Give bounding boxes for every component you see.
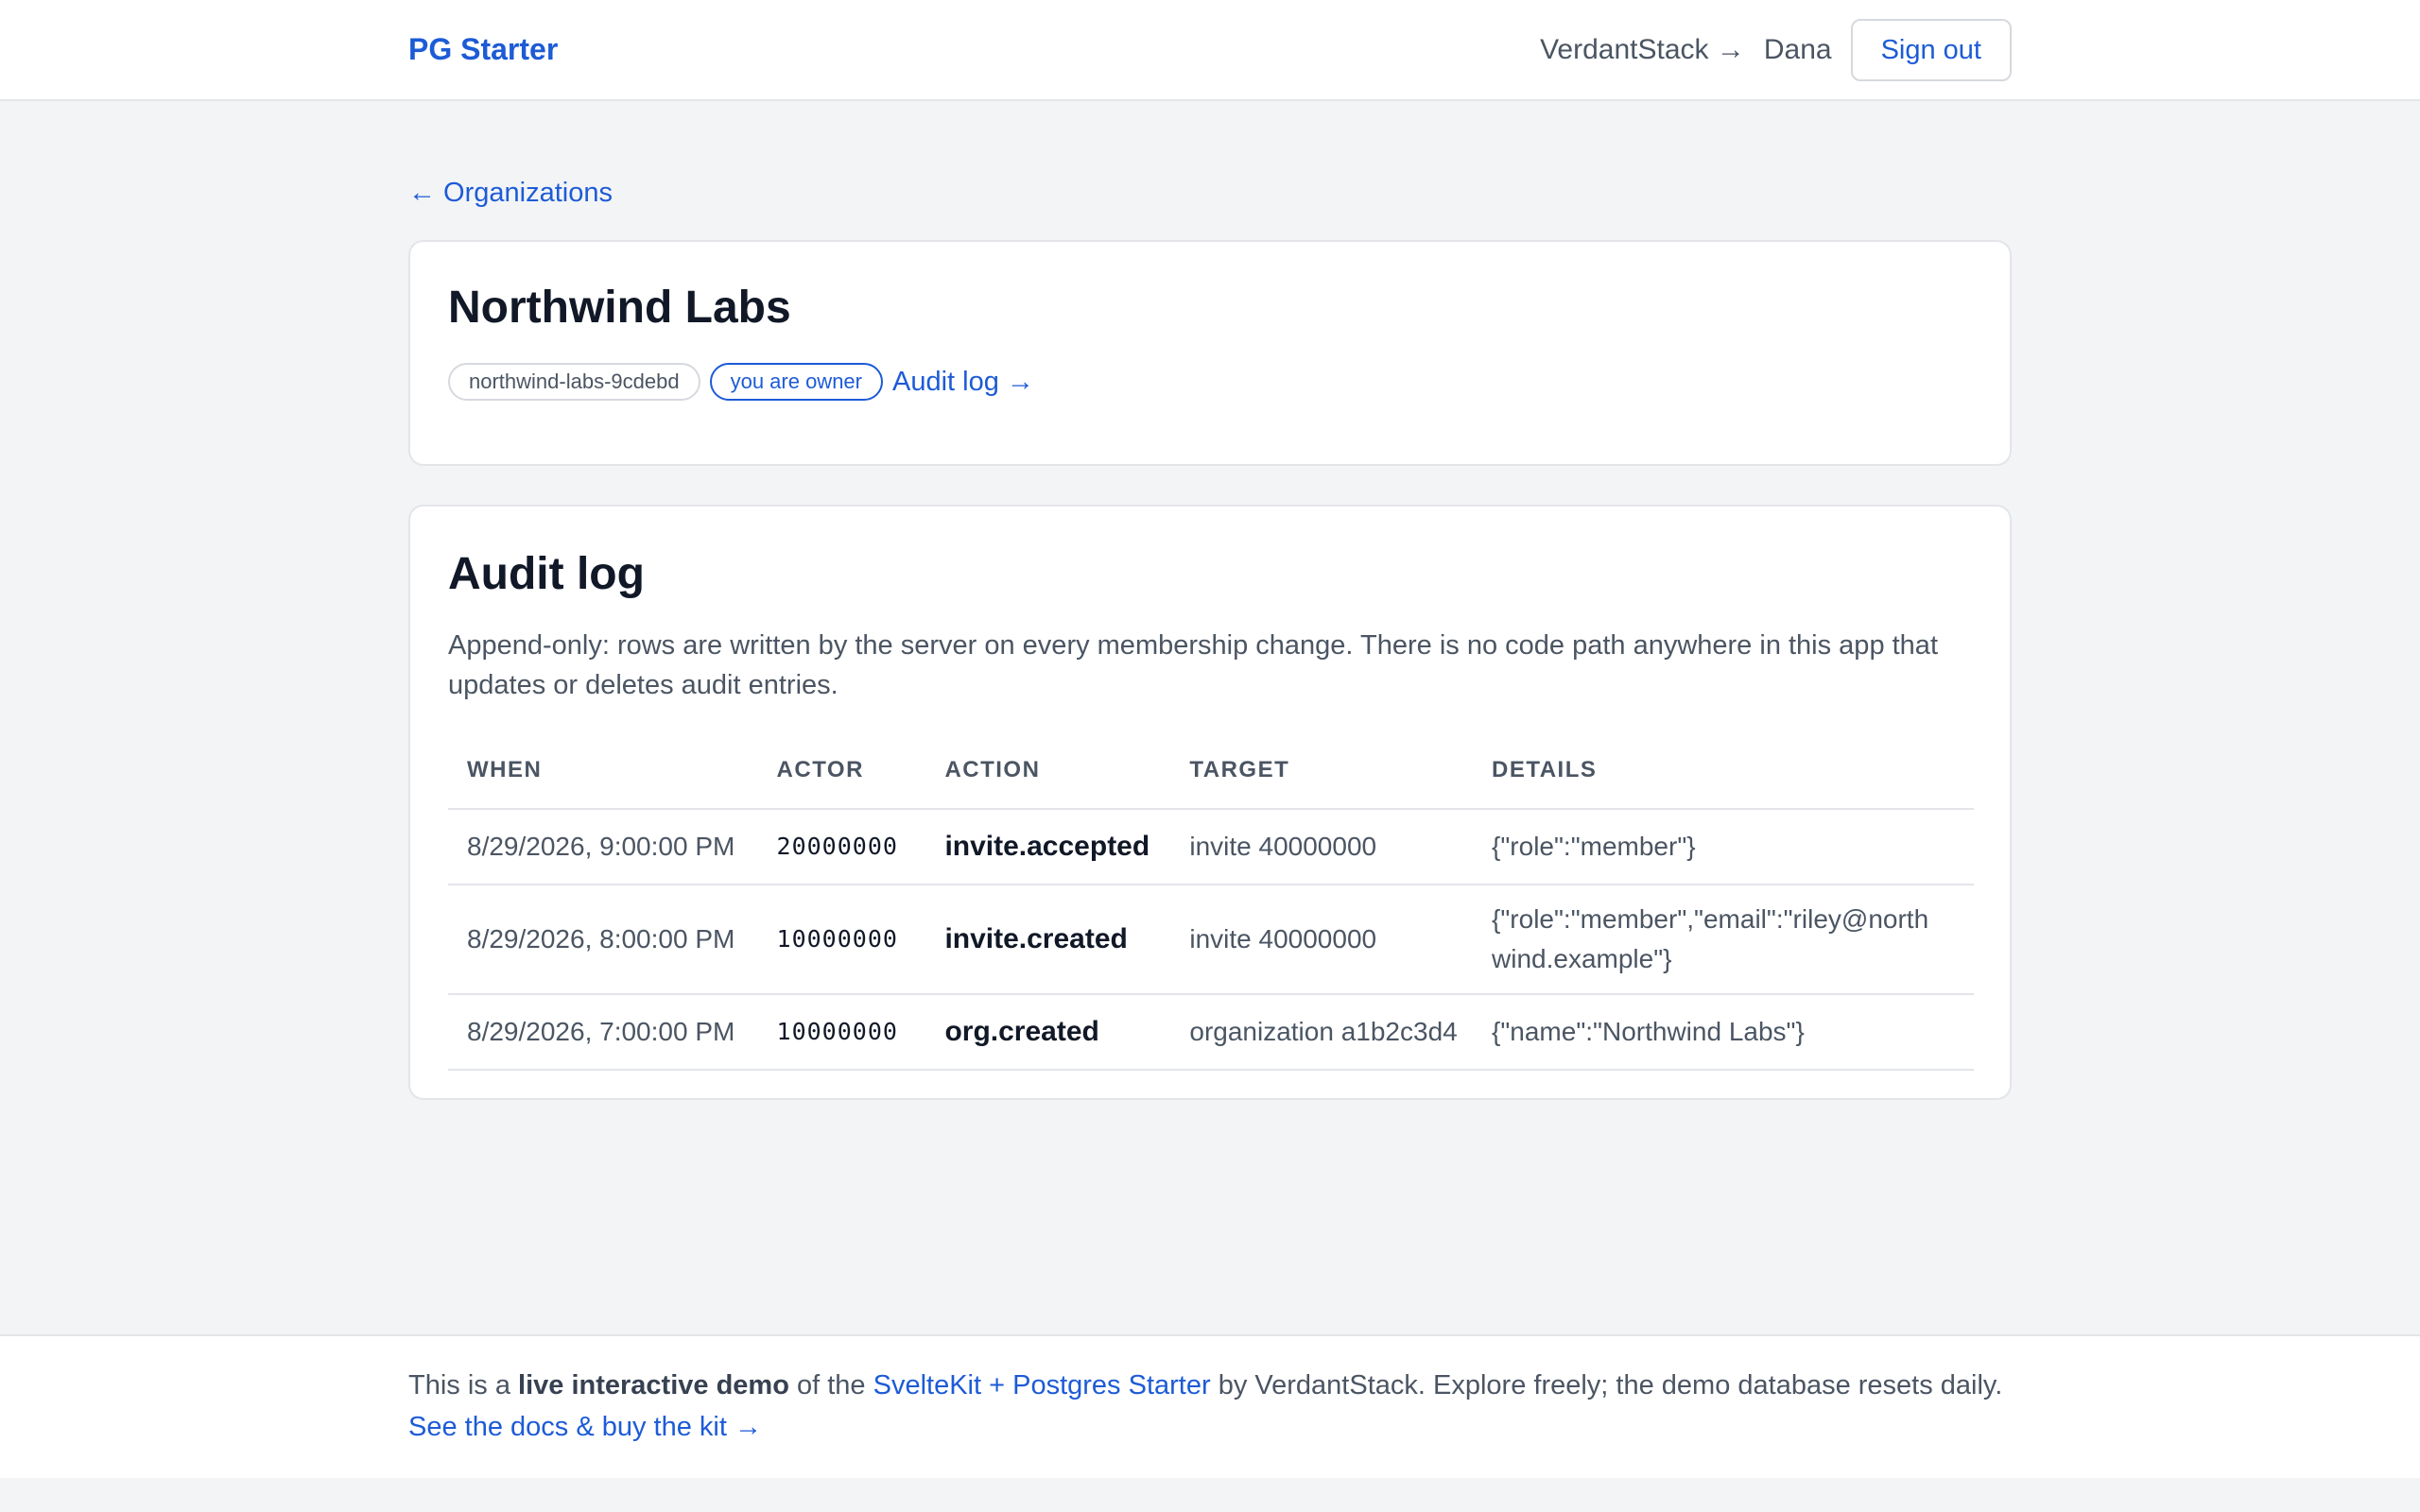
demo-notice-suffix: by VerdantStack. Explore freely; the dem… (1210, 1370, 2003, 1400)
demo-notice-bold: live interactive demo (518, 1370, 789, 1400)
cell-action: invite.created (925, 885, 1171, 995)
top-bar: PG Starter VerdantStack → Dana Sign out (0, 0, 2420, 101)
column-header-details: DETAILS (1473, 731, 1974, 810)
details-text: {"role":"member","email":"riley@northwin… (1492, 904, 1929, 973)
column-header-actor: ACTOR (757, 731, 926, 810)
cell-action: org.created (925, 994, 1171, 1071)
header-actions: VerdantStack → Dana Sign out (1540, 19, 2012, 81)
back-to-organizations-link[interactable]: ← Organizations (408, 174, 613, 212)
table-row: 8/29/2026, 8:00:00 PM 10000000 invite.cr… (448, 885, 1974, 995)
column-header-target: TARGET (1170, 731, 1473, 810)
cell-action: invite.accepted (925, 809, 1171, 885)
starter-kit-link[interactable]: SvelteKit + Postgres Starter (873, 1370, 1211, 1400)
cell-when: 8/29/2026, 8:00:00 PM (448, 885, 758, 995)
cell-when: 8/29/2026, 7:00:00 PM (448, 994, 758, 1071)
docs-buy-link[interactable]: See the docs & buy the kit → (408, 1406, 762, 1448)
audit-log-description: Append-only: rows are written by the ser… (448, 630, 1938, 700)
table-row: 8/29/2026, 7:00:00 PM 10000000 org.creat… (448, 994, 1974, 1071)
cell-details: {"role":"member"} (1473, 809, 1974, 885)
cell-target: organization a1b2c3d4 (1170, 994, 1473, 1071)
cell-target: invite 40000000 (1170, 885, 1473, 995)
cell-actor: 10000000 (757, 994, 926, 1071)
demo-notice: This is a live interactive demo of the S… (408, 1365, 2002, 1406)
audit-log-card: Audit log Append-only: rows are written … (408, 505, 2012, 1100)
table-header-row: WHEN ACTOR ACTION TARGET DETAILS (448, 731, 1974, 810)
org-slug-badge: northwind-labs-9cdebd (448, 363, 700, 401)
cell-details: {"name":"Northwind Labs"} (1473, 994, 1974, 1071)
audit-log-link[interactable]: Audit log → (892, 363, 1034, 401)
organization-card: Northwind Labs northwind-labs-9cdebd you… (408, 240, 2012, 466)
column-header-action: ACTION (925, 731, 1171, 810)
audit-log-table: WHEN ACTOR ACTION TARGET DETAILS 8/29/20… (448, 731, 1974, 1071)
cell-when: 8/29/2026, 9:00:00 PM (448, 809, 758, 885)
cell-details: {"role":"member","email":"riley@northwin… (1473, 885, 1974, 995)
demo-footer: This is a live interactive demo of the S… (0, 1334, 2420, 1478)
table-row: 8/29/2026, 9:00:00 PM 20000000 invite.ac… (448, 809, 1974, 885)
audit-log-title: Audit log (448, 549, 645, 599)
cell-actor: 10000000 (757, 885, 926, 995)
cell-actor: 20000000 (757, 809, 926, 885)
organization-meta: northwind-labs-9cdebd you are owner Audi… (448, 363, 1034, 401)
column-header-when: WHEN (448, 731, 758, 810)
role-badge: you are owner (709, 363, 883, 401)
sign-out-button[interactable]: Sign out (1850, 19, 2012, 81)
demo-notice-mid: of the (788, 1370, 873, 1400)
cell-target: invite 40000000 (1170, 809, 1473, 885)
demo-notice-prefix: This is a (408, 1370, 519, 1400)
user-name: Dana (1763, 34, 1832, 65)
organization-title: Northwind Labs (448, 283, 791, 333)
org-switcher-link[interactable]: VerdantStack → (1540, 31, 1745, 69)
brand-link[interactable]: PG Starter (408, 30, 558, 68)
